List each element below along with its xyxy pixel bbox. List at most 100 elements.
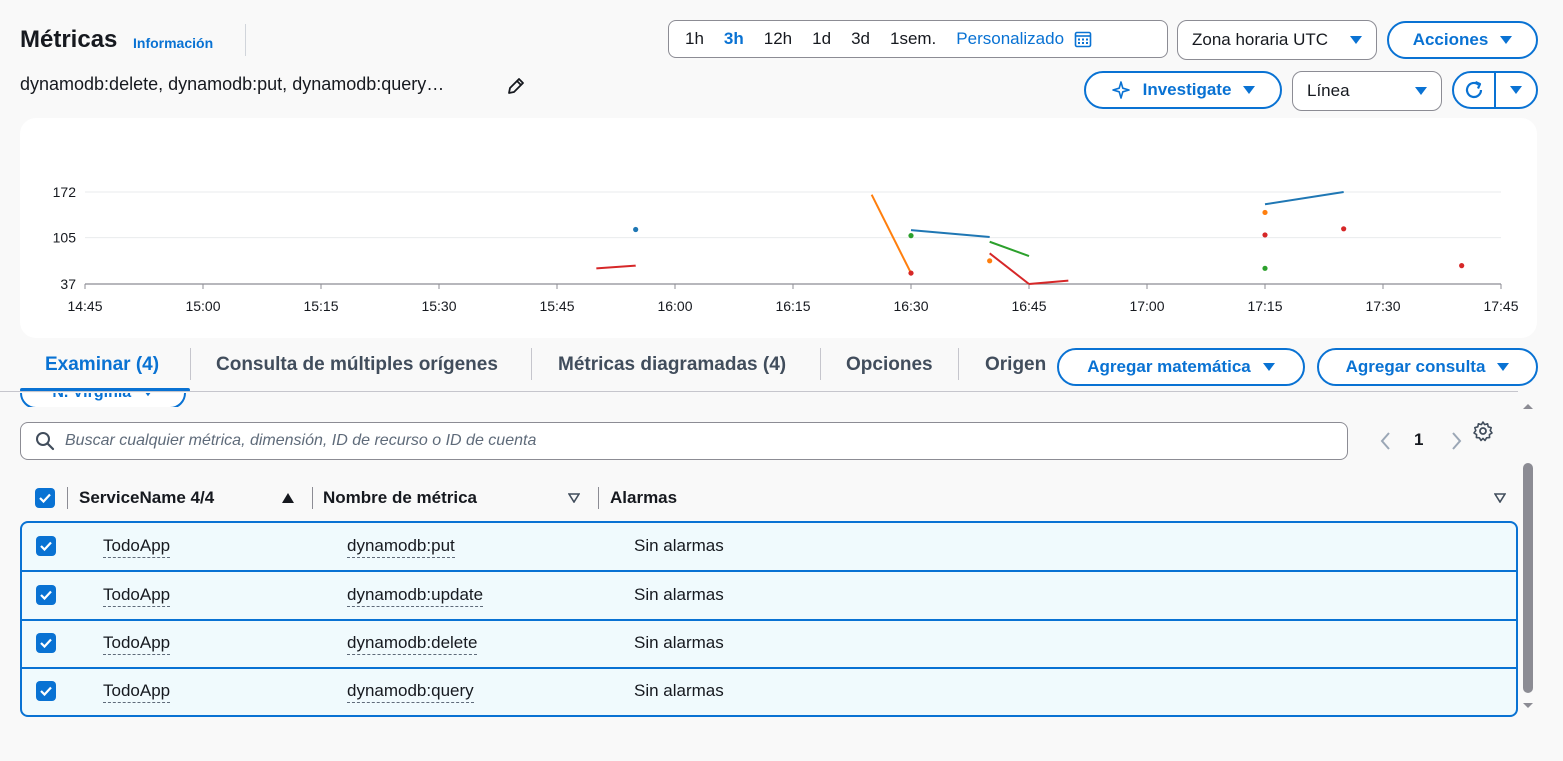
- service-name-cell[interactable]: TodoApp: [103, 633, 171, 655]
- table-row[interactable]: TodoApp dynamodb:query Sin alarmas: [22, 668, 1516, 715]
- chevron-down-icon: [1510, 86, 1522, 94]
- sort-icon[interactable]: [568, 493, 580, 503]
- column-divider: [312, 487, 313, 509]
- data-point: [1341, 226, 1347, 232]
- time-option-1d[interactable]: 1d: [802, 21, 841, 57]
- chevron-down-icon: [1497, 363, 1510, 371]
- time-option-1sem[interactable]: 1sem.: [880, 21, 946, 57]
- metric-name-cell[interactable]: dynamodb:update: [347, 585, 484, 607]
- refresh-options-button[interactable]: [1496, 73, 1536, 107]
- time-option-custom[interactable]: Personalizado: [946, 21, 1070, 57]
- column-header-metric[interactable]: Nombre de métrica: [323, 488, 477, 508]
- data-point: [908, 270, 914, 276]
- series-line-segment: [596, 264, 636, 270]
- table-row[interactable]: TodoApp dynamodb:delete Sin alarmas: [22, 620, 1516, 668]
- check-icon: [40, 638, 52, 649]
- tab-graphed-metrics[interactable]: Métricas diagramadas (4): [558, 354, 786, 376]
- alarms-cell: Sin alarmas: [634, 633, 724, 652]
- tab-multi-source-query[interactable]: Consulta de múltiples orígenes: [216, 354, 498, 376]
- chevron-down-icon: [142, 393, 153, 397]
- tab-source[interactable]: Origen: [985, 354, 1046, 376]
- time-option-3d[interactable]: 3d: [841, 21, 880, 57]
- metric-name-cell[interactable]: dynamodb:delete: [347, 633, 478, 655]
- calendar-icon[interactable]: [1074, 30, 1092, 48]
- data-point: [908, 233, 914, 239]
- add-query-label: Agregar consulta: [1345, 357, 1486, 376]
- page-number[interactable]: 1: [1414, 430, 1423, 450]
- region-button[interactable]: N. Virginia: [20, 393, 186, 407]
- chevron-down-icon: [1415, 87, 1427, 95]
- row-checkbox[interactable]: [36, 585, 56, 605]
- x-tick-label: 15:30: [421, 298, 456, 314]
- time-option-1h[interactable]: 1h: [675, 21, 714, 57]
- row-checkbox[interactable]: [36, 633, 56, 653]
- x-tick-label: 16:45: [1011, 298, 1046, 314]
- data-point: [1262, 232, 1268, 238]
- series-line-segment: [910, 229, 990, 238]
- graph-title: dynamodb:delete, dynamodb:put, dynamodb:…: [20, 74, 445, 94]
- x-tick-label: 17:30: [1365, 298, 1400, 314]
- sort-icon[interactable]: [1494, 493, 1506, 503]
- metric-name-cell[interactable]: dynamodb:put: [347, 536, 455, 558]
- sort-ascending-icon[interactable]: [282, 493, 294, 503]
- table-row[interactable]: TodoApp dynamodb:put Sin alarmas: [22, 523, 1516, 571]
- metrics-chart: 172 105 37 14:45 15:00 15:15 15:30 15:45 16:00 16…: [20, 118, 1537, 338]
- x-tick-label: 16:15: [775, 298, 810, 314]
- series-line-segment: [1264, 191, 1344, 206]
- table-row[interactable]: TodoApp dynamodb:update Sin alarmas: [22, 572, 1516, 620]
- region-label: N. Virginia: [52, 393, 131, 401]
- add-math-button[interactable]: Agregar matemática: [1057, 348, 1305, 386]
- timezone-select[interactable]: Zona horaria UTC: [1177, 20, 1377, 60]
- series-line-segment: [989, 252, 1030, 285]
- table-header: ServiceName 4/4 Nombre de métrica Alarma…: [20, 480, 1518, 518]
- x-tick-label: 14:45: [67, 298, 102, 314]
- service-name-cell[interactable]: TodoApp: [103, 681, 171, 703]
- row-checkbox[interactable]: [36, 681, 56, 701]
- search-input[interactable]: [65, 432, 1345, 450]
- time-option-3h[interactable]: 3h: [714, 21, 754, 57]
- service-name-cell[interactable]: TodoApp: [103, 536, 171, 558]
- metric-name-cell[interactable]: dynamodb:query: [347, 681, 474, 703]
- data-point: [1262, 265, 1268, 271]
- select-all-checkbox[interactable]: [35, 488, 55, 508]
- time-range-selector: 1h 3h 12h 1d 3d 1sem. Personalizado: [668, 20, 1168, 58]
- tab-divider: [958, 348, 959, 380]
- check-icon: [40, 686, 52, 697]
- scroll-down-arrow-icon[interactable]: [1520, 700, 1536, 712]
- time-option-12h[interactable]: 12h: [754, 21, 802, 57]
- refresh-button[interactable]: [1454, 73, 1496, 107]
- add-query-button[interactable]: Agregar consulta: [1317, 348, 1538, 386]
- investigate-button[interactable]: Investigate: [1084, 71, 1282, 109]
- tab-options[interactable]: Opciones: [846, 354, 933, 376]
- chevron-right-icon[interactable]: [1448, 430, 1464, 452]
- row-checkbox[interactable]: [36, 536, 56, 556]
- chevron-left-icon[interactable]: [1378, 430, 1394, 452]
- check-icon: [40, 541, 52, 552]
- column-header-service[interactable]: ServiceName 4/4: [79, 488, 214, 508]
- scrollbar-thumb[interactable]: [1523, 463, 1533, 693]
- pencil-icon[interactable]: [506, 76, 526, 96]
- chart-type-select[interactable]: Línea: [1292, 71, 1442, 111]
- data-point: [987, 258, 993, 264]
- actions-label: Acciones: [1412, 30, 1489, 49]
- alarms-cell: Sin alarmas: [634, 585, 724, 604]
- actions-button[interactable]: Acciones: [1387, 21, 1538, 59]
- x-tick-label: 15:45: [539, 298, 574, 314]
- alarms-cell: Sin alarmas: [634, 536, 724, 555]
- service-name-cell[interactable]: TodoApp: [103, 585, 171, 607]
- data-point: [1459, 263, 1465, 269]
- header-divider: [245, 24, 246, 56]
- alarms-cell: Sin alarmas: [634, 681, 724, 700]
- tab-examinar[interactable]: Examinar (4): [45, 354, 159, 376]
- scroll-up-arrow-icon[interactable]: [1520, 400, 1536, 412]
- data-point: [1262, 209, 1268, 216]
- chevron-down-icon: [1243, 86, 1256, 94]
- sparkle-icon: [1111, 81, 1130, 99]
- tabs-border: [0, 391, 1518, 392]
- column-header-alarms[interactable]: Alarmas: [610, 488, 677, 508]
- x-tick-label: 17:00: [1129, 298, 1164, 314]
- gear-icon[interactable]: [1472, 420, 1494, 442]
- chart-svg: 172 105 37 14:45 15:00 15:15 15:30 15:45 16:00 16…: [53, 184, 1519, 314]
- x-tick-label: 16:30: [893, 298, 928, 314]
- info-link[interactable]: Información: [133, 35, 213, 51]
